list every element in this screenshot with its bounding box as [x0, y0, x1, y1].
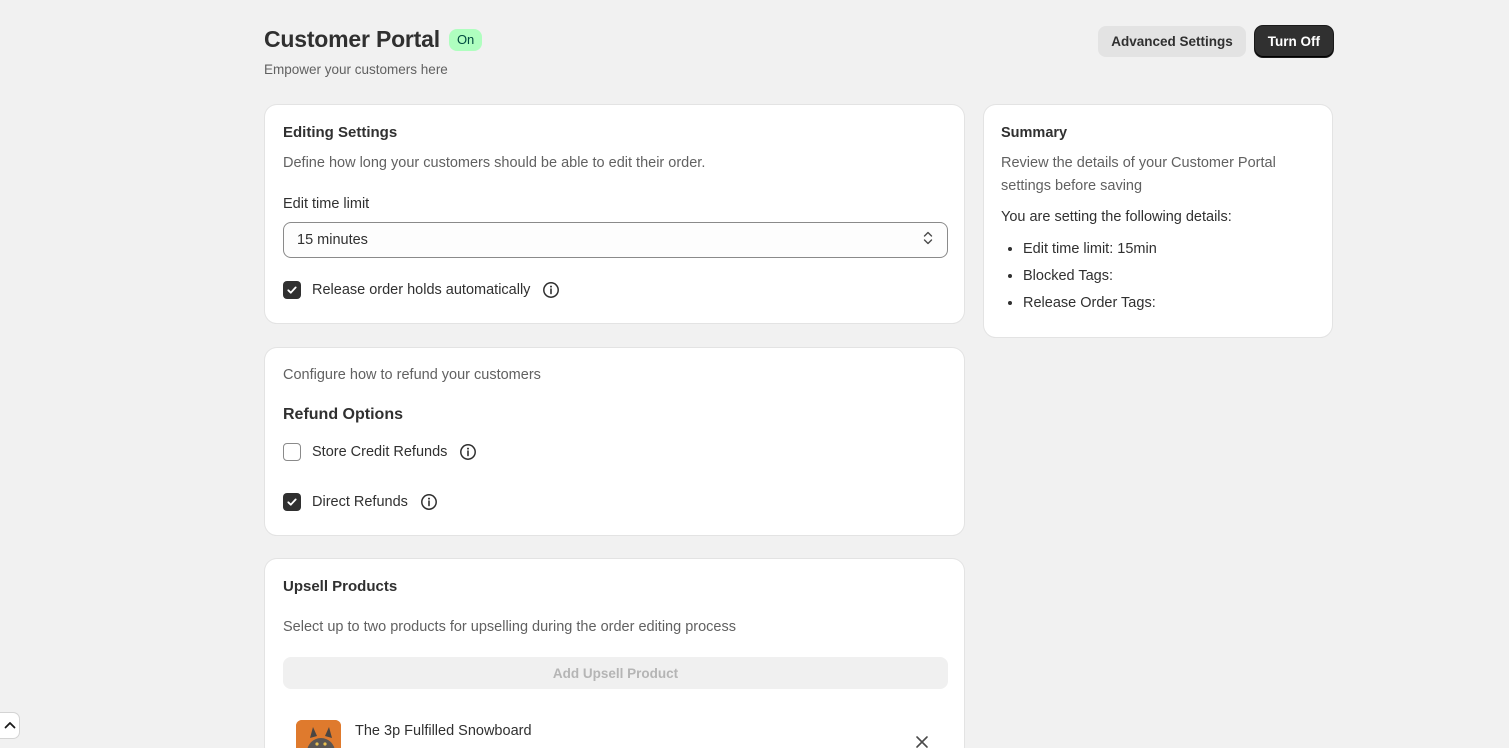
editing-settings-title: Editing Settings [283, 124, 398, 141]
summary-description: Review the details of your Customer Port… [1001, 155, 1276, 194]
upsell-description: Select up to two products for upselling … [283, 619, 736, 635]
direct-refunds-row: Direct Refunds [283, 493, 438, 511]
info-icon[interactable] [542, 281, 560, 299]
status-badge: On [448, 28, 483, 51]
edit-time-limit-value: 15 minutes [297, 232, 368, 248]
refund-card: Configure how to refund your customers R… [265, 348, 964, 535]
release-holds-label: Release order holds automatically [312, 282, 531, 298]
editing-settings-card: Editing Settings Define how long your cu… [265, 105, 964, 323]
upsell-card: Upsell Products Select up to two product… [265, 559, 964, 748]
scroll-top-button[interactable] [0, 713, 19, 738]
summary-item: Blocked Tags: [1023, 263, 1157, 290]
direct-refunds-checkbox[interactable] [283, 493, 301, 511]
refund-options-title: Refund Options [283, 406, 403, 423]
summary-list: Edit time limit: 15min Blocked Tags: Rel… [1001, 236, 1157, 317]
info-icon[interactable] [459, 443, 477, 461]
product-thumbnail [296, 720, 341, 748]
edit-time-limit-label: Edit time limit [283, 196, 370, 212]
edit-time-limit-select[interactable]: 15 minutes [283, 222, 948, 258]
summary-intro: You are setting the following details: [1001, 209, 1232, 225]
summary-card: Summary Review the details of your Custo… [984, 105, 1332, 337]
page: Customer Portal On Empower your customer… [0, 0, 1509, 748]
store-credit-label: Store Credit Refunds [312, 444, 448, 460]
store-credit-row: Store Credit Refunds [283, 443, 477, 461]
product-name: The 3p Fulfilled Snowboard [355, 723, 532, 739]
chevron-up-icon [4, 717, 16, 735]
page-title: Customer Portal [264, 26, 440, 52]
upsell-title: Upsell Products [283, 578, 398, 595]
summary-item: Edit time limit: 15min [1023, 236, 1157, 263]
summary-item: Release Order Tags: [1023, 290, 1157, 317]
info-icon[interactable] [420, 493, 438, 511]
summary-title: Summary [1001, 125, 1068, 141]
add-upsell-product-button[interactable]: Add Upsell Product [283, 657, 948, 689]
release-holds-checkbox[interactable] [283, 281, 301, 299]
chevron-up-down-icon [922, 230, 934, 251]
page-header: Customer Portal On Empower your customer… [264, 26, 1333, 78]
turn-off-button[interactable]: Turn Off [1254, 26, 1333, 57]
refund-description: Configure how to refund your customers [283, 367, 541, 383]
store-credit-checkbox[interactable] [283, 443, 301, 461]
direct-refunds-label: Direct Refunds [312, 494, 408, 510]
checkmark-icon [287, 498, 297, 506]
header-actions: Advanced Settings Turn Off [1098, 26, 1333, 57]
editing-settings-description: Define how long your customers should be… [283, 155, 706, 171]
close-icon[interactable] [915, 735, 929, 748]
release-holds-row: Release order holds automatically [283, 281, 560, 299]
page-subtitle: Empower your customers here [264, 62, 448, 77]
advanced-settings-button[interactable]: Advanced Settings [1098, 26, 1246, 57]
checkmark-icon [287, 286, 297, 294]
upsell-product-item: The 3p Fulfilled Snowboard [296, 720, 936, 748]
